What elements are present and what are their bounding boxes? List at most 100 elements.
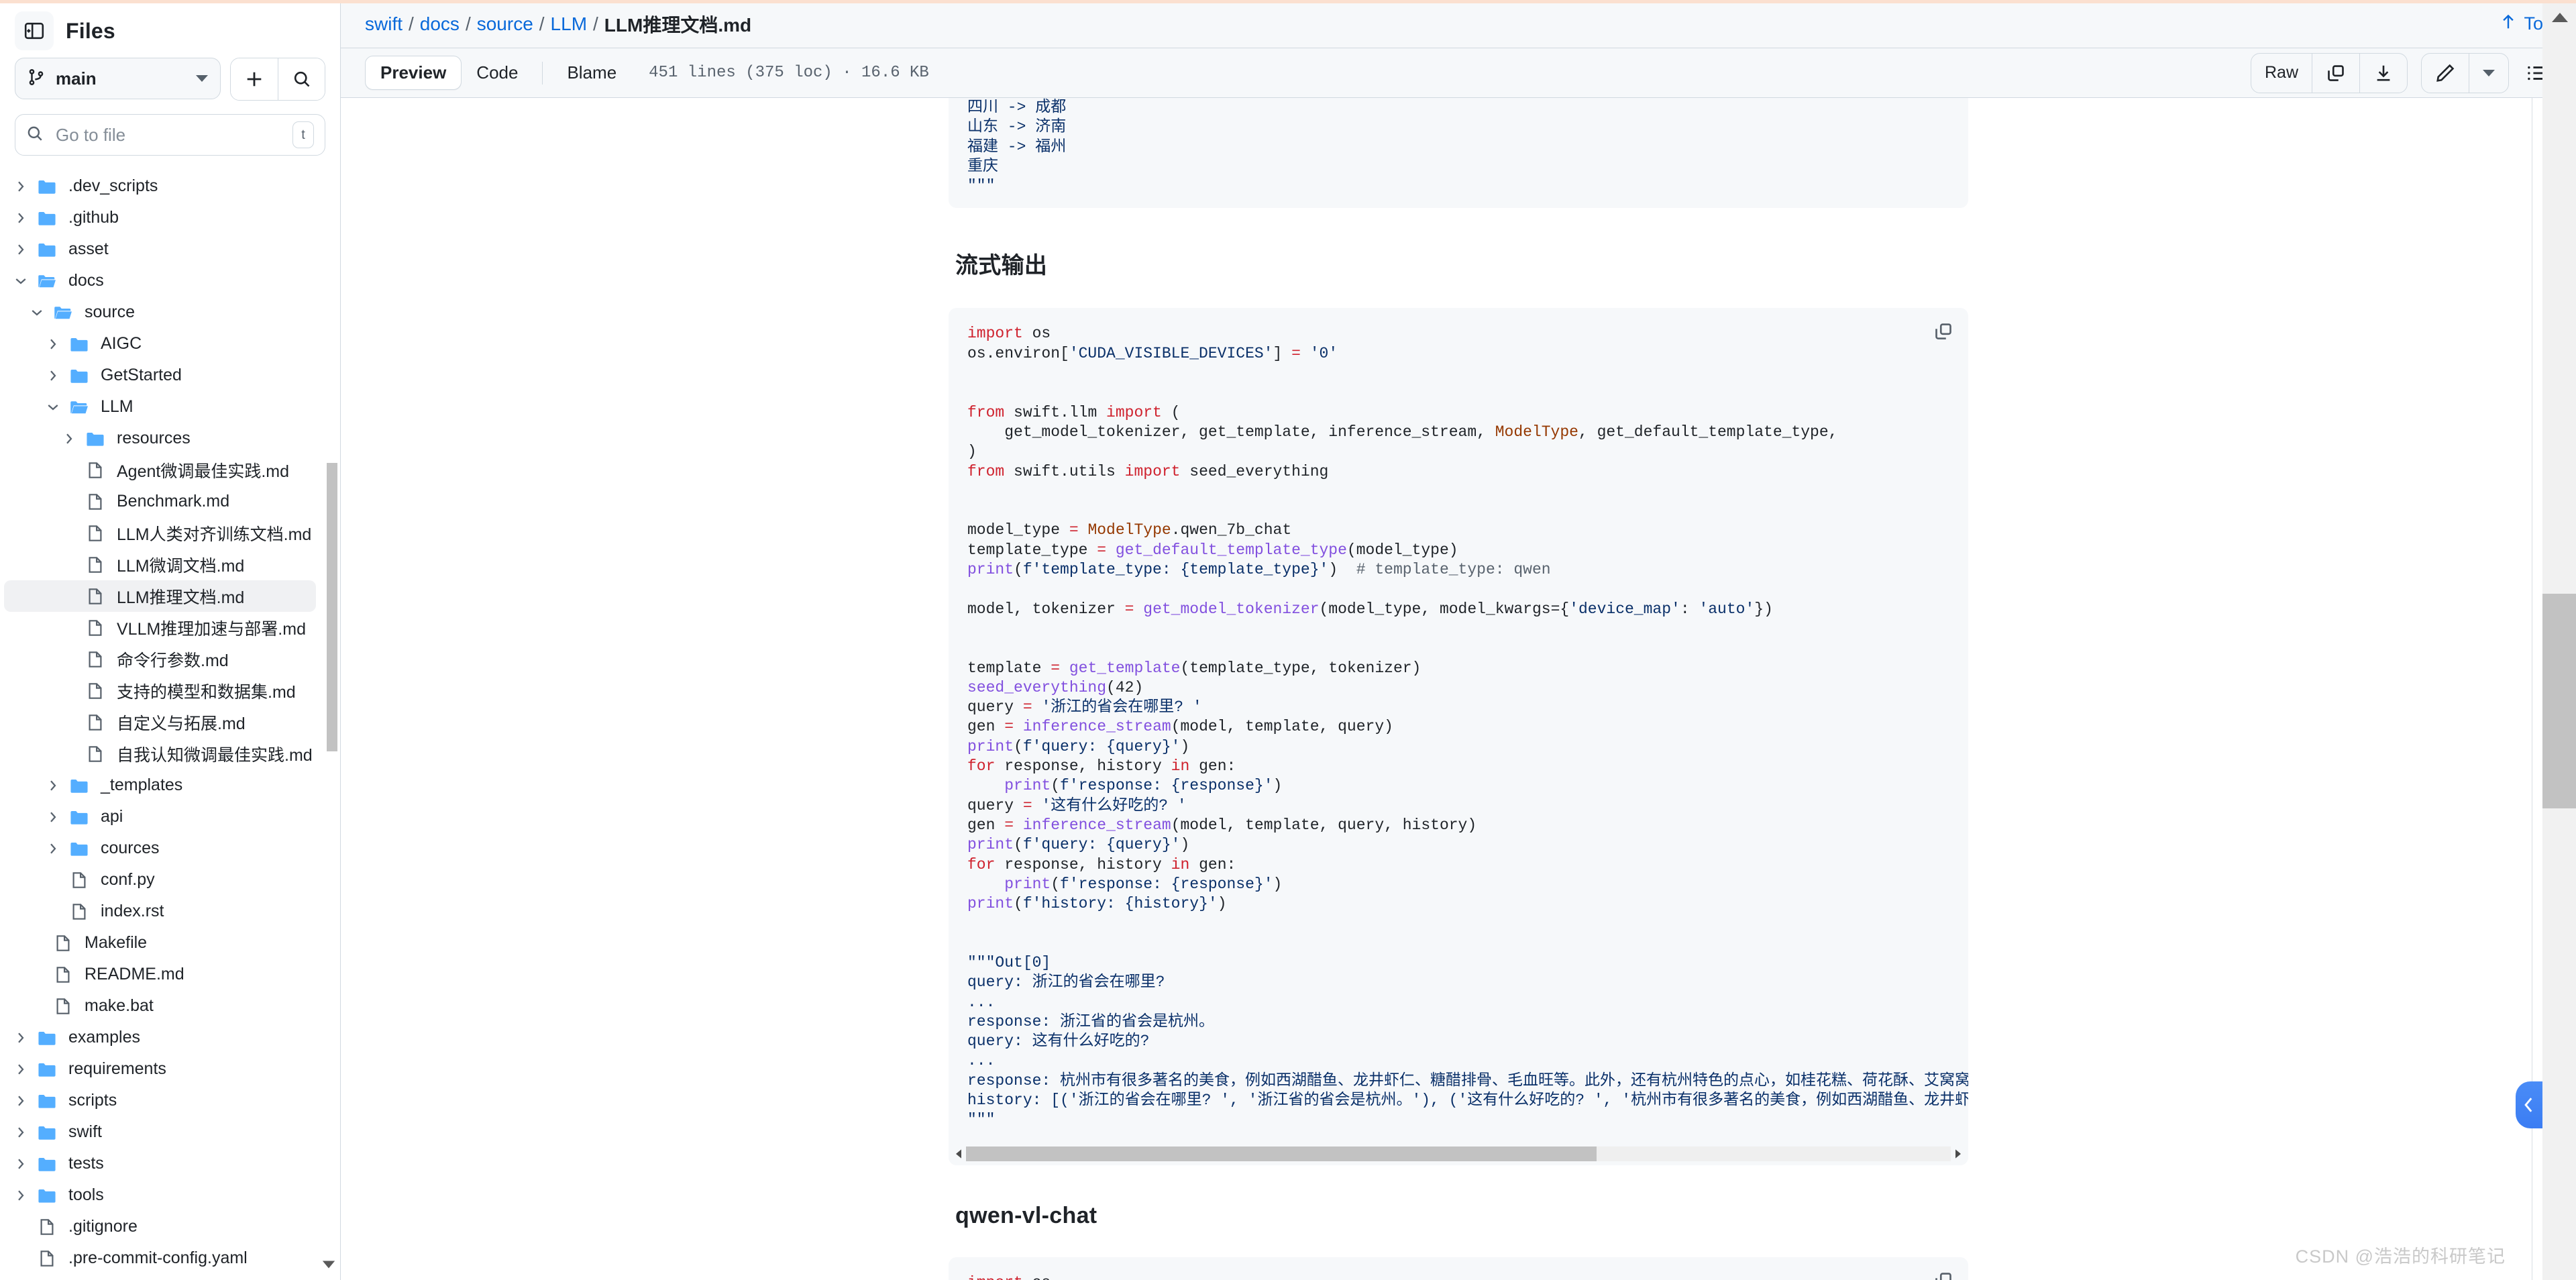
chevron-right-icon[interactable] <box>42 338 64 350</box>
download-icon[interactable] <box>2359 53 2407 93</box>
pencil-icon[interactable] <box>2422 54 2469 93</box>
tree-folder-docs[interactable]: docs <box>4 265 316 297</box>
chevron-right-icon[interactable] <box>9 180 32 193</box>
tab-blame[interactable]: Blame <box>552 56 631 89</box>
sidebar-scrollbar-thumb[interactable] <box>327 463 337 751</box>
tree-file-README.md[interactable]: README.md <box>4 959 316 990</box>
add-file-button[interactable] <box>231 58 278 100</box>
chevron-right-icon[interactable] <box>9 1189 32 1202</box>
breadcrumb: swift / docs / source / LLM / LLM推理文档.md <box>365 11 751 38</box>
tree-file-LLM微调文档.md[interactable]: LLM微调文档.md <box>4 549 316 580</box>
tree-folder-tools[interactable]: tools <box>4 1179 316 1211</box>
chevron-right-icon[interactable] <box>9 1063 32 1075</box>
tree-item-label: .dev_scripts <box>68 176 158 195</box>
folder-icon <box>32 208 62 228</box>
chevron-right-icon[interactable] <box>9 1032 32 1044</box>
folder-icon <box>64 397 94 417</box>
branch-selector[interactable]: main <box>15 58 221 99</box>
tree-folder-_templates[interactable]: _templates <box>4 769 316 801</box>
tree-folder-.github[interactable]: .github <box>4 202 316 233</box>
chevron-right-icon[interactable] <box>42 780 64 792</box>
search-button[interactable] <box>278 58 325 100</box>
code-horizontal-scrollbar[interactable] <box>949 1142 1968 1165</box>
main-scrollbar-thumb[interactable] <box>2542 594 2576 808</box>
tree-file-.gitignore[interactable]: .gitignore <box>4 1211 316 1242</box>
chevron-right-icon[interactable] <box>9 1158 32 1170</box>
chevron-right-icon[interactable] <box>9 212 32 224</box>
tab-preview[interactable]: Preview <box>365 56 462 90</box>
file-icon <box>48 997 78 1016</box>
code-block-previous: 四川 -> 成都 山东 -> 济南 福建 -> 福州 重庆 """ <box>949 98 1968 209</box>
code-block-qwen-vl-chat: import os os.environ['CUDA_VISIBLE_DEVIC… <box>949 1257 1968 1280</box>
go-to-file-container[interactable]: t <box>15 114 325 156</box>
tree-folder-swift[interactable]: swift <box>4 1116 316 1148</box>
chevron-right-icon[interactable] <box>9 244 32 256</box>
chevron-left-icon[interactable] <box>2516 1081 2542 1128</box>
search-input[interactable] <box>54 123 282 146</box>
tree-file-Makefile[interactable]: Makefile <box>4 927 316 959</box>
breadcrumb-item-3[interactable]: LLM <box>551 13 587 35</box>
chevron-down-icon[interactable] <box>25 307 48 318</box>
tree-folder-api[interactable]: api <box>4 801 316 833</box>
tree-file-Agent微调最佳实践.md[interactable]: Agent微调最佳实践.md <box>4 454 316 486</box>
chevron-right-icon[interactable] <box>42 843 64 855</box>
tree-file-支持的模型和数据集.md[interactable]: 支持的模型和数据集.md <box>4 675 316 706</box>
scroll-up-arrow[interactable] <box>2551 11 2569 27</box>
tree-folder-AIGC[interactable]: AIGC <box>4 328 316 360</box>
panel-collapse-icon[interactable] <box>15 11 54 50</box>
tree-folder-.dev_scripts[interactable]: .dev_scripts <box>4 170 316 202</box>
code-scroll-track[interactable] <box>966 1146 1951 1161</box>
tree-folder-source[interactable]: source <box>4 297 316 328</box>
copy-icon[interactable] <box>2312 53 2359 93</box>
tree-file-命令行参数.md[interactable]: 命令行参数.md <box>4 643 316 675</box>
tree-folder-asset[interactable]: asset <box>4 233 316 265</box>
sidebar-title: Files <box>66 18 115 43</box>
tree-item-label: Benchmark.md <box>117 492 230 511</box>
tree-folder-LLM[interactable]: LLM <box>4 391 316 423</box>
tree-file-make.bat[interactable]: make.bat <box>4 990 316 1022</box>
tree-file-Benchmark.md[interactable]: Benchmark.md <box>4 486 316 517</box>
tree-folder-requirements[interactable]: requirements <box>4 1053 316 1085</box>
breadcrumb-item-0[interactable]: swift <box>365 13 402 35</box>
markdown-document: 四川 -> 成都 山东 -> 济南 福建 -> 福州 重庆 """ 流式输出 i… <box>341 98 2576 1280</box>
chevron-right-icon[interactable] <box>9 1126 32 1138</box>
chevron-down-icon[interactable] <box>42 402 64 413</box>
file-icon <box>80 713 110 732</box>
copy-code-icon[interactable] <box>1933 321 1953 345</box>
tree-folder-GetStarted[interactable]: GetStarted <box>4 360 316 391</box>
tree-file-index.rst[interactable]: index.rst <box>4 896 316 927</box>
breadcrumb-item-2[interactable]: source <box>477 13 533 35</box>
tree-file-自我认知微调最佳实践.md[interactable]: 自我认知微调最佳实践.md <box>4 738 316 769</box>
copy-code-icon-2[interactable] <box>1933 1271 1953 1280</box>
tree-item-label: .pre-commit-config.yaml <box>68 1248 248 1267</box>
sidebar-scroll-down-arrow[interactable] <box>321 1259 336 1273</box>
tree-file-VLLM推理加速与部署.md[interactable]: VLLM推理加速与部署.md <box>4 612 316 643</box>
tree-folder-resources[interactable]: resources <box>4 423 316 454</box>
chevron-right-icon[interactable] <box>58 433 80 445</box>
code-scroll-thumb[interactable] <box>966 1146 1597 1161</box>
edit-chevron-down-icon[interactable] <box>2469 53 2508 93</box>
tree-folder-tests[interactable]: tests <box>4 1148 316 1179</box>
chevron-right-icon[interactable] <box>42 811 64 823</box>
tree-folder-cources[interactable]: cources <box>4 833 316 864</box>
tree-file-conf.py[interactable]: conf.py <box>4 864 316 896</box>
chevron-down-icon[interactable] <box>9 276 32 286</box>
scroll-left-arrow[interactable] <box>951 1149 966 1159</box>
tree-file-自定义与拓展.md[interactable]: 自定义与拓展.md <box>4 706 316 738</box>
breadcrumb-item-1[interactable]: docs <box>420 13 460 35</box>
tree-item-label: scripts <box>68 1091 117 1110</box>
scroll-right-arrow[interactable] <box>1951 1149 1966 1159</box>
tree-file-LLM人类对齐训练文档.md[interactable]: LLM人类对齐训练文档.md <box>4 517 316 549</box>
tree-folder-scripts[interactable]: scripts <box>4 1085 316 1116</box>
watermark: CSDN @浩浩的科研笔记 <box>2295 1246 2506 1267</box>
chevron-right-icon[interactable] <box>42 370 64 382</box>
chevron-right-icon[interactable] <box>9 1095 32 1107</box>
raw-button[interactable]: Raw <box>2251 54 2312 93</box>
tree-file-.pre-commit-config.yaml[interactable]: .pre-commit-config.yaml <box>4 1242 316 1274</box>
tree-folder-examples[interactable]: examples <box>4 1022 316 1053</box>
tree-file-LLM推理文档.md[interactable]: LLM推理文档.md <box>4 580 316 612</box>
folder-icon <box>32 1185 62 1206</box>
main-scrollbar[interactable] <box>2542 3 2576 1280</box>
tab-code[interactable]: Code <box>462 56 533 89</box>
sidebar-controls: main <box>0 58 340 101</box>
